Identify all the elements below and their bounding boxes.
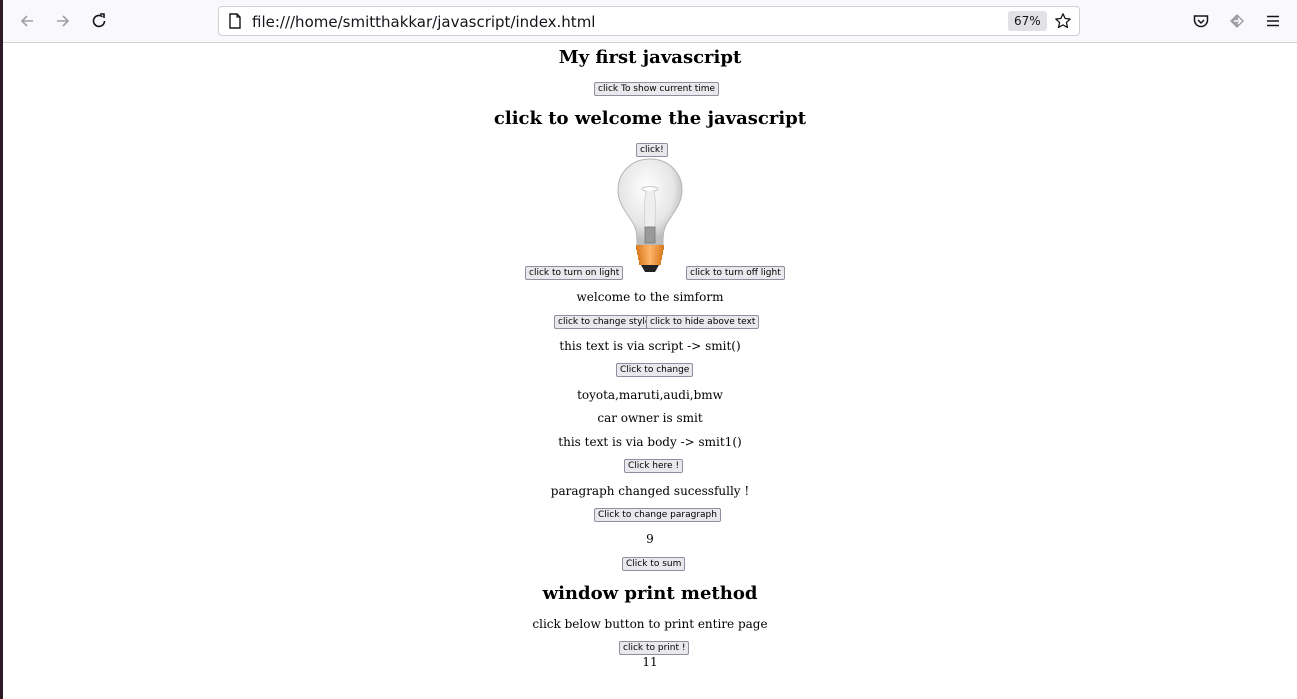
arrow-left-icon (20, 15, 33, 27)
extension-icon (1230, 14, 1244, 28)
page-content: My first javascript click To show curren… (3, 43, 1297, 699)
browser-toolbar: file:///home/smitthakkar/javascript/inde… (3, 0, 1297, 43)
change-style-button[interactable]: click to change style (554, 315, 655, 329)
arrow-right-icon (57, 15, 70, 27)
url-text[interactable]: file:///home/smitthakkar/javascript/inde… (252, 13, 595, 31)
extensions-button[interactable] (1222, 6, 1252, 36)
menu-button[interactable] (1258, 6, 1288, 36)
reload-icon (92, 13, 106, 28)
paragraph-text: paragraph changed sucessfully ! (550, 484, 750, 498)
heading-window-print: window print method (542, 583, 758, 604)
welcome-text: welcome to the simform (576, 290, 724, 304)
turn-off-light-button[interactable]: click to turn off light (686, 266, 785, 280)
click-to-change-button[interactable]: Click to change (616, 363, 694, 377)
turn-on-light-button[interactable]: click to turn on light (525, 266, 624, 280)
print-instruction-text: click below button to print entire page (532, 617, 768, 631)
sum-value: 9 (646, 532, 654, 546)
car-owner-text: car owner is smit (597, 411, 703, 425)
cars-text: toyota,maruti,audi,bmw (577, 388, 723, 402)
heading-welcome-javascript: click to welcome the javascript (493, 108, 807, 129)
body-text: this text is via body -> smit1() (558, 435, 742, 449)
page-icon (229, 13, 241, 29)
print-value: 11 (642, 655, 658, 669)
pocket-button[interactable] (1186, 6, 1216, 36)
script-text: this text is via script -> smit() (559, 339, 741, 353)
reload-button[interactable] (84, 6, 114, 36)
click-here-button[interactable]: Click here ! (624, 459, 684, 473)
forward-button[interactable] (48, 6, 78, 36)
sum-button[interactable]: Click to sum (622, 557, 686, 571)
zoom-level-badge[interactable]: 67% (1008, 11, 1047, 31)
welcome-click-button[interactable]: click! (636, 143, 668, 157)
bookmark-button[interactable] (1053, 11, 1073, 31)
hamburger-menu-icon (1267, 15, 1279, 27)
url-bar[interactable]: file:///home/smitthakkar/javascript/inde… (218, 6, 1080, 36)
hide-text-button[interactable]: click to hide above text (646, 315, 760, 329)
pocket-icon (1193, 15, 1209, 28)
print-button[interactable]: click to print ! (619, 641, 690, 655)
change-paragraph-button[interactable]: Click to change paragraph (594, 508, 721, 522)
lightbulb-image (617, 158, 683, 272)
heading-first-javascript: My first javascript (558, 47, 742, 68)
back-button[interactable] (12, 6, 42, 36)
show-current-time-button[interactable]: click To show current time (594, 82, 720, 96)
star-icon (1055, 13, 1071, 29)
